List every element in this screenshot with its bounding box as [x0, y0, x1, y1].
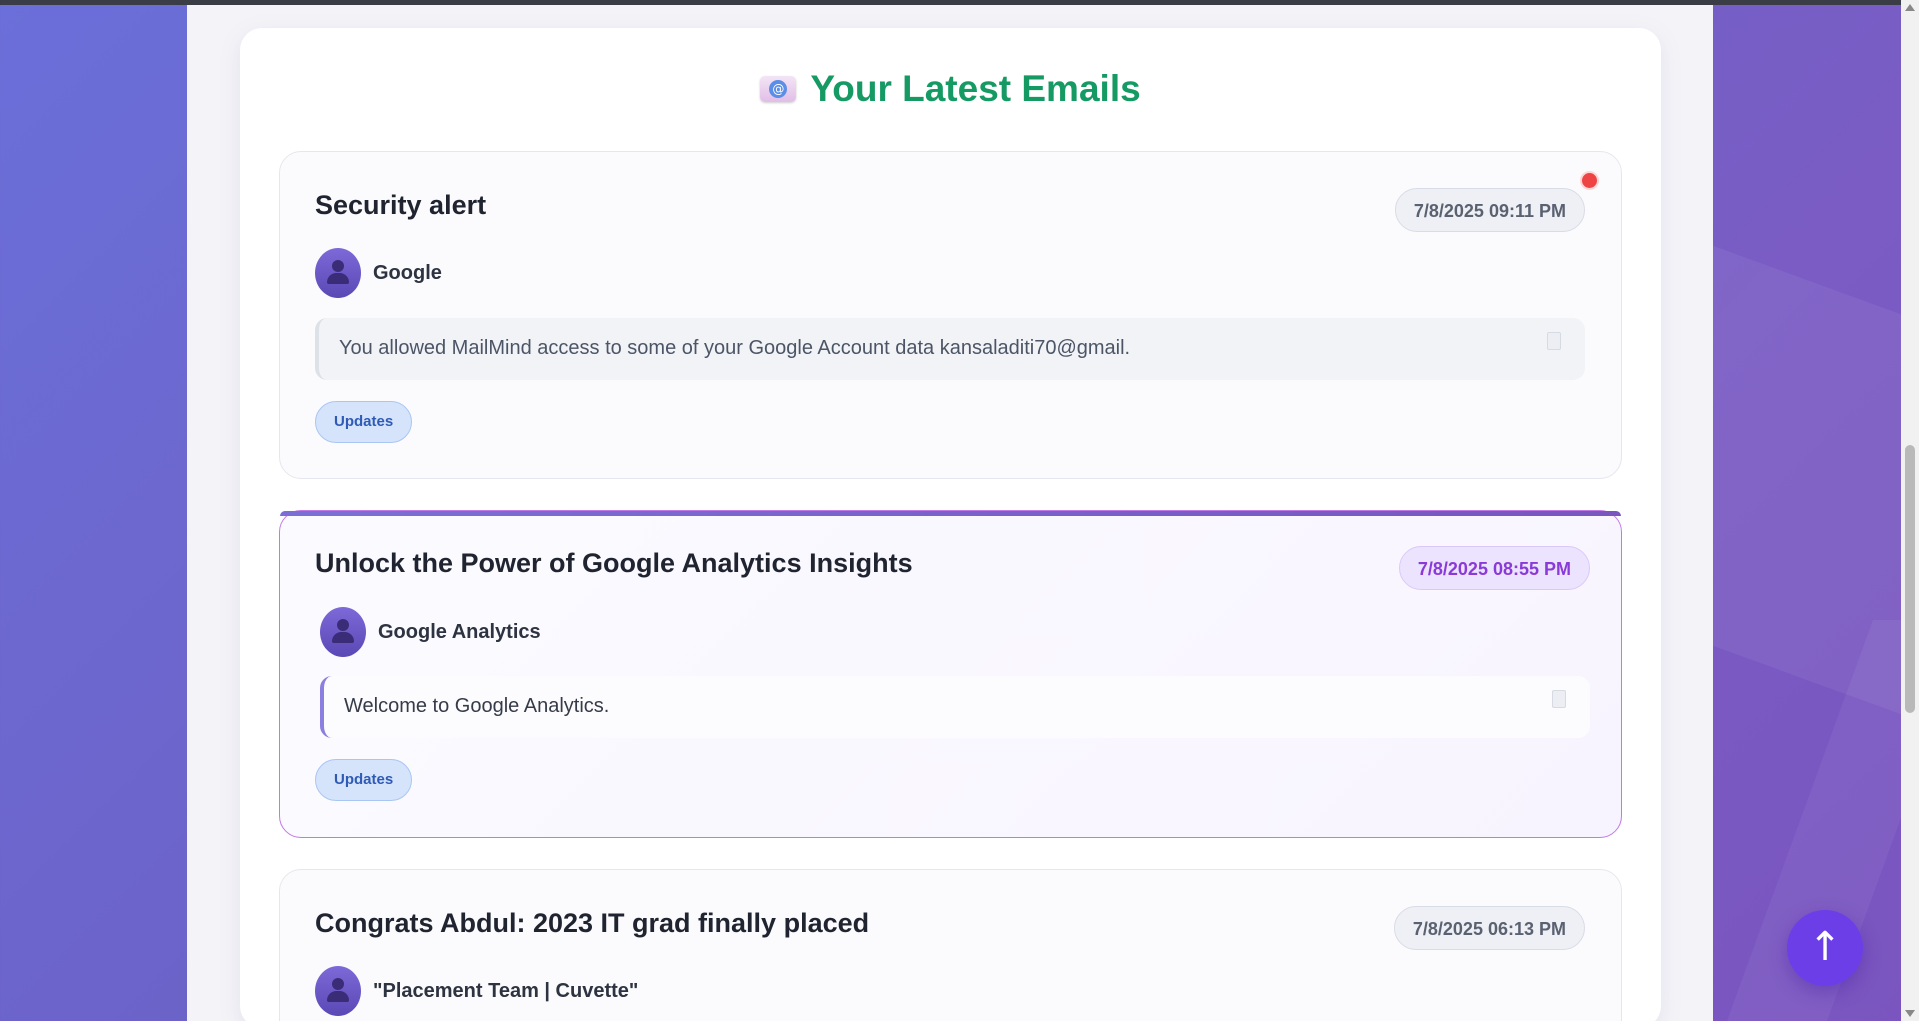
snippet-text: Welcome to Google Analytics. — [344, 695, 610, 717]
document-icon — [1552, 690, 1566, 708]
page-scrollbar[interactable] — [1901, 0, 1919, 1021]
scroll-to-top-button[interactable]: ↑ — [1787, 910, 1863, 986]
sender-row: Google — [315, 248, 442, 298]
sender-row: "Placement Team | Cuvette" — [315, 966, 638, 1016]
sender-name: Google Analytics — [378, 620, 541, 643]
scrollbar-thumb[interactable] — [1905, 445, 1915, 713]
sender-name: Google — [373, 261, 442, 284]
snippet-text: You allowed MailMind access to some of y… — [339, 337, 1131, 359]
email-subject: Unlock the Power of Google Analytics Ins… — [315, 548, 913, 578]
sender-name: "Placement Team | Cuvette" — [373, 979, 639, 1002]
email-card[interactable]: Security alert 7/8/2025 09:11 PM Google … — [279, 151, 1622, 479]
email-subject: Security alert — [315, 190, 487, 220]
emails-heading: @ Your Latest Emails — [0, 68, 1901, 110]
email-icon: @ — [760, 76, 797, 102]
sender-row: Google Analytics — [320, 607, 541, 657]
unread-indicator — [1580, 171, 1599, 190]
email-date-badge: 7/8/2025 09:11 PM — [1394, 188, 1585, 232]
category-tag[interactable]: Updates — [315, 759, 413, 801]
email-date-badge: 7/8/2025 08:55 PM — [1398, 546, 1590, 590]
selected-indicator — [280, 511, 1621, 516]
category-tag[interactable]: Updates — [315, 401, 413, 443]
scroll-down-arrow-icon[interactable] — [1905, 1010, 1915, 1017]
sender-avatar-icon — [320, 607, 366, 657]
email-subject: Congrats Abdul: 2023 IT grad finally pla… — [315, 908, 870, 938]
email-snippet: You allowed MailMind access to some of y… — [315, 318, 1585, 380]
scroll-up-arrow-icon[interactable] — [1905, 4, 1915, 11]
email-snippet: Welcome to Google Analytics. — [320, 676, 1590, 738]
sender-avatar-icon — [315, 248, 361, 298]
email-date-badge: 7/8/2025 06:13 PM — [1393, 906, 1585, 950]
email-card[interactable]: Congrats Abdul: 2023 IT grad finally pla… — [279, 869, 1622, 1021]
email-card-selected[interactable]: Unlock the Power of Google Analytics Ins… — [279, 510, 1622, 838]
sender-avatar-icon — [315, 966, 361, 1016]
page-title: Your Latest Emails — [810, 68, 1141, 109]
document-icon — [1547, 332, 1561, 350]
